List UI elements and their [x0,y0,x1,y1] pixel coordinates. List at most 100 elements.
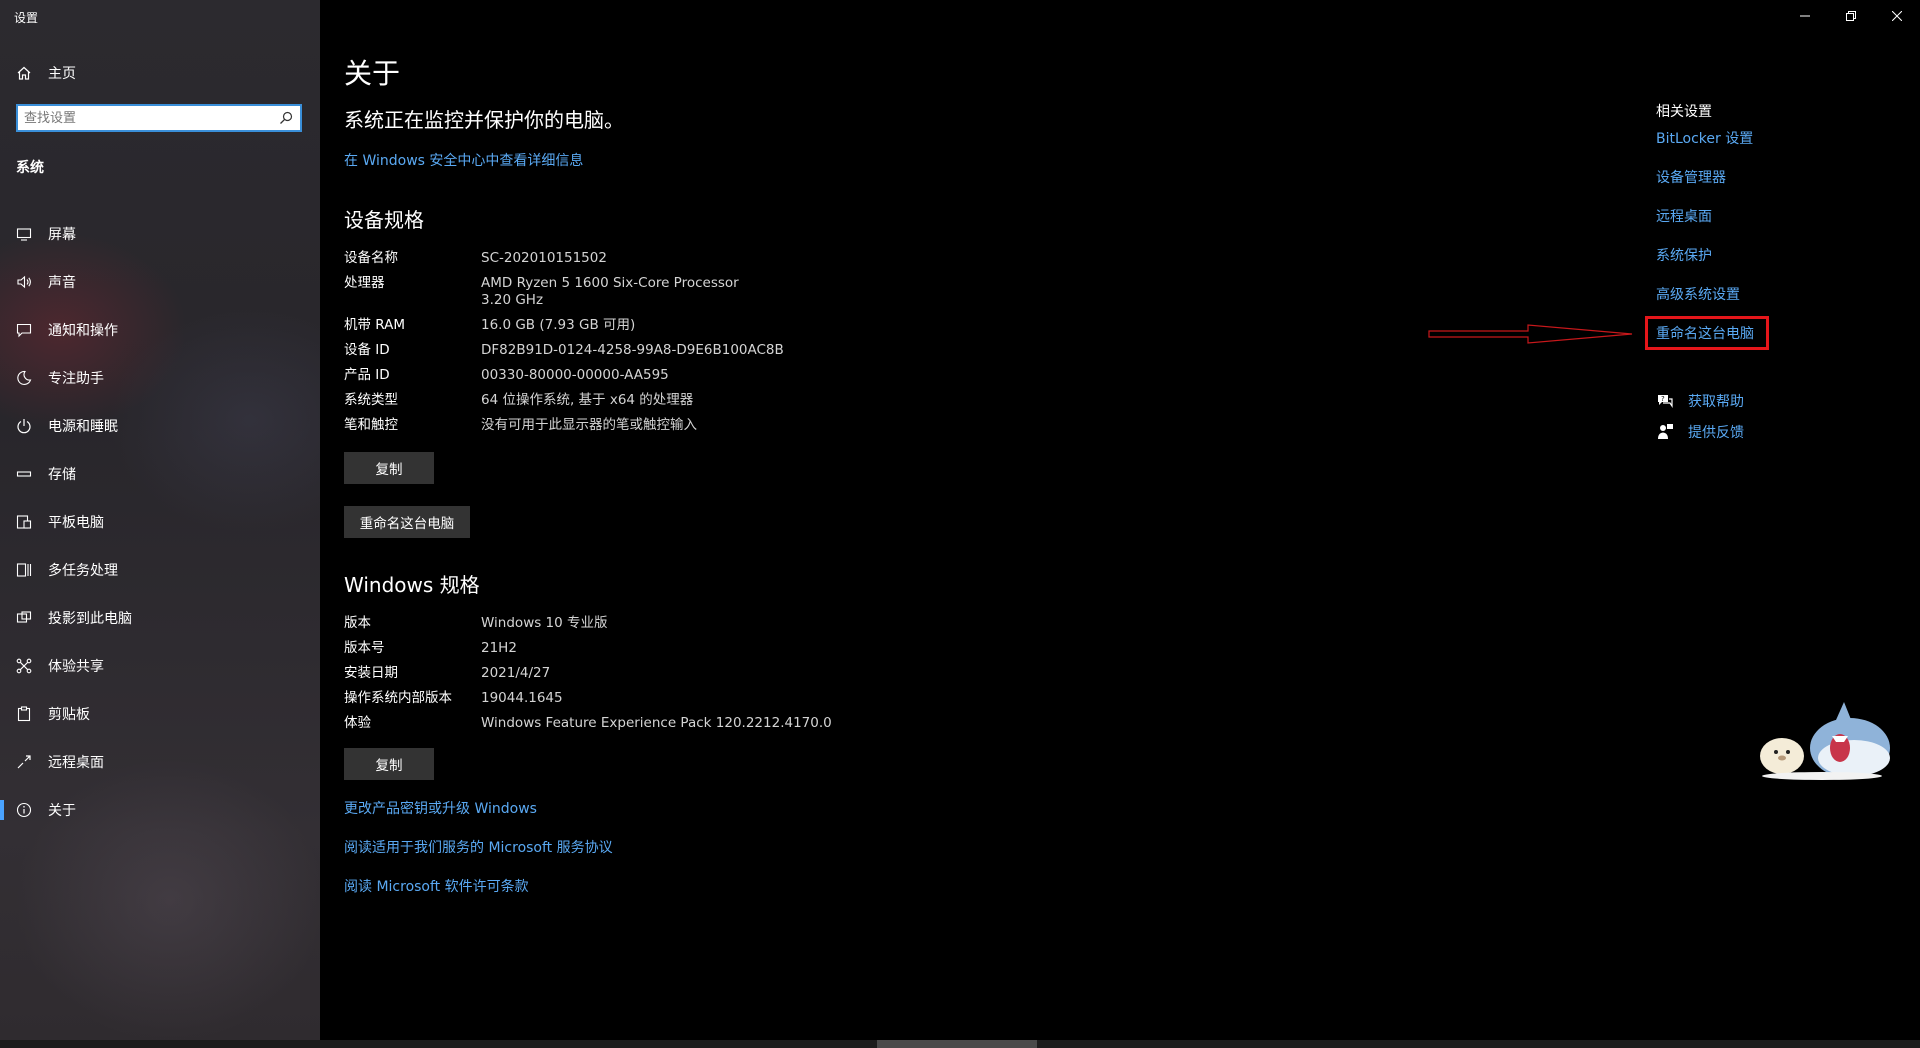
spec-key: 版本号 [344,640,385,656]
info-icon [16,802,32,818]
search-icon[interactable] [278,110,294,126]
clipboard-icon [16,706,32,722]
spec-key: 体验 [344,715,371,731]
help-chat-icon: ? [1658,395,1673,408]
spec-row: 操作系统内部版本 19044.1645 [344,690,864,707]
sidebar-item-label: 多任务处理 [48,563,118,579]
device-manager-link[interactable]: 设备管理器 [1656,167,1726,187]
windows-specs-table: 版本 Windows 10 专业版 版本号 21H2 安装日期 2021/4/27 操… [344,615,864,740]
copy-device-specs-button[interactable]: 复制 [344,452,434,484]
sidebar-item-storage[interactable]: 存储 [0,450,320,498]
copy-windows-specs-button[interactable]: 复制 [344,748,434,780]
spec-value: AMD Ryzen 5 1600 Six-Core Processor 3.20… [481,275,739,308]
message-icon [16,322,32,338]
tablet-icon [16,514,32,530]
spec-row: 设备名称 SC-202010151502 [344,250,864,267]
sidebar-item-label: 远程桌面 [48,755,104,771]
feedback-icon [1658,424,1673,439]
search-input[interactable] [18,109,278,127]
sidebar-item-notifications[interactable]: 通知和操作 [0,306,320,354]
bitlocker-link[interactable]: BitLocker 设置 [1656,128,1753,148]
sidebar-home[interactable]: 主页 [0,60,320,86]
protection-status: 系统正在监控并保护你的电脑。 [344,108,624,132]
sidebar-item-display[interactable]: 屏幕 [0,210,320,258]
get-help-row[interactable]: ? 获取帮助 [1656,391,1744,411]
advanced-system-settings-link[interactable]: 高级系统设置 [1656,284,1740,304]
sidebar-item-label: 投影到此电脑 [48,611,132,627]
sidebar-item-label: 声音 [48,275,76,291]
sidebar-item-label: 平板电脑 [48,515,104,531]
spec-row: 处理器 AMD Ryzen 5 1600 Six-Core Processor 3… [344,275,864,309]
license-terms-link[interactable]: 阅读 Microsoft 软件许可条款 [344,876,529,896]
svg-text:?: ? [1661,395,1665,403]
moon-icon [16,370,32,386]
home-label: 主页 [48,66,76,82]
spec-key: 设备名称 [344,250,398,266]
spec-key: 操作系统内部版本 [344,690,452,706]
spec-value: 没有可用于此显示器的笔或触控输入 [481,417,697,433]
get-help-link[interactable]: 获取帮助 [1688,391,1744,411]
spec-key: 处理器 [344,275,385,291]
sidebar-item-sound[interactable]: 声音 [0,258,320,306]
sidebar-item-multitasking[interactable]: 多任务处理 [0,546,320,594]
page-title: 关于 [344,57,401,90]
spec-value: DF82B91D-0124-4258-99A8-D9E6B100AC8B [481,342,784,358]
remote-icon [16,754,32,770]
spec-value: 21H2 [481,640,517,656]
monitor-icon [16,226,32,242]
spec-row: 系统类型 64 位操作系统, 基于 x64 的处理器 [344,392,864,409]
rename-pc-button[interactable]: 重命名这台电脑 [344,506,470,538]
windows-specs-heading: Windows 规格 [344,573,480,597]
spec-key: 机带 RAM [344,317,406,333]
device-specs-heading: 设备规格 [344,208,424,232]
spec-row: 机带 RAM 16.0 GB (7.93 GB 可用) [344,317,864,334]
feedback-row[interactable]: 提供反馈 [1656,422,1744,442]
sidebar-item-label: 剪贴板 [48,707,90,723]
remote-desktop-link[interactable]: 远程桌面 [1656,206,1712,226]
spec-value: 64 位操作系统, 基于 x64 的处理器 [481,392,694,408]
sidebar-item-label: 通知和操作 [48,323,118,339]
sidebar-item-tablet[interactable]: 平板电脑 [0,498,320,546]
spec-key: 版本 [344,615,371,631]
power-icon [16,418,32,434]
sidebar-item-focus-assist[interactable]: 专注助手 [0,354,320,402]
search-box[interactable] [16,104,302,132]
spec-value: Windows 10 专业版 [481,615,608,631]
sidebar-item-shared-experiences[interactable]: 体验共享 [0,642,320,690]
spec-row: 体验 Windows Feature Experience Pack 120.22… [344,715,864,732]
sidebar-item-label: 电源和睡眠 [48,419,118,435]
service-agreement-link[interactable]: 阅读适用于我们服务的 Microsoft 服务协议 [344,837,613,857]
spec-row: 版本号 21H2 [344,640,864,657]
sidebar-item-power[interactable]: 电源和睡眠 [0,402,320,450]
sidebar-item-about[interactable]: 关于 [0,786,320,834]
security-center-link[interactable]: 在 Windows 安全中心中查看详细信息 [344,150,583,170]
feedback-link[interactable]: 提供反馈 [1688,422,1744,442]
project-icon [16,610,32,626]
section-label: 系统 [16,160,44,176]
spec-row: 安装日期 2021/4/27 [344,665,864,682]
shark-sticker-image [1760,702,1890,780]
sidebar-item-label: 关于 [48,803,76,819]
spec-value: 19044.1645 [481,690,563,706]
main-content: 关于 系统正在监控并保护你的电脑。 在 Windows 安全中心中查看详细信息 … [320,0,1920,1040]
multitask-icon [16,562,32,578]
spec-row: 版本 Windows 10 专业版 [344,615,864,632]
sidebar-item-project[interactable]: 投影到此电脑 [0,594,320,642]
sidebar-item-remote-desktop[interactable]: 远程桌面 [0,738,320,786]
scroll-thumb[interactable] [877,1040,1037,1048]
spec-key: 笔和触控 [344,417,398,433]
sidebar-item-label: 专注助手 [48,371,104,387]
highlight-box [1645,316,1769,350]
sidebar-item-clipboard[interactable]: 剪贴板 [0,690,320,738]
device-specs-table: 设备名称 SC-202010151502 处理器 AMD Ryzen 5 1600 … [344,250,864,442]
arrow-annotation [1428,324,1633,344]
related-settings-title: 相关设置 [1656,104,1712,120]
spec-row: 笔和触控 没有可用于此显示器的笔或触控输入 [344,417,864,434]
system-protection-link[interactable]: 系统保护 [1656,245,1712,265]
app-title: 设置 [14,11,39,25]
sidebar: 设置 主页 系统 屏幕 声音 通知和操作 专注助手 [0,0,320,1040]
spec-value: 2021/4/27 [481,665,551,681]
change-product-key-link[interactable]: 更改产品密钥或升级 Windows [344,798,537,818]
spec-row: 设备 ID DF82B91D-0124-4258-99A8-D9E6B100AC8… [344,342,864,359]
speaker-icon [16,274,32,290]
